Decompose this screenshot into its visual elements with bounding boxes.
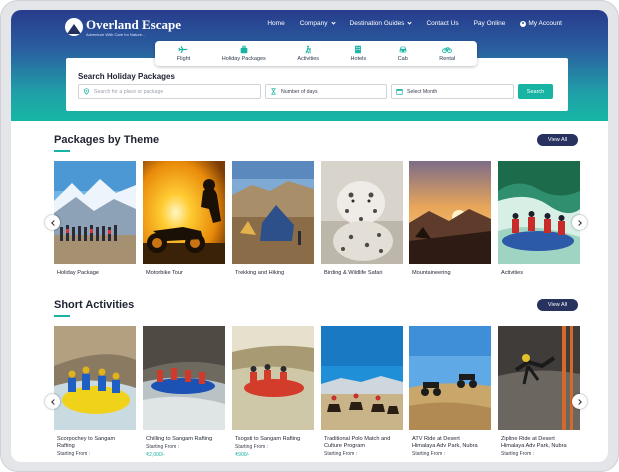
activity-card[interactable]: Scorpochey to Sangam Rafting Starting Fro…	[54, 326, 136, 457]
car-icon	[399, 46, 407, 53]
tab-flight[interactable]: Flight	[177, 45, 190, 62]
activity-image	[321, 326, 403, 430]
theme-label: Birding & Wildlife Safari	[324, 270, 383, 276]
hiker-icon	[305, 45, 311, 54]
nav-contact-us[interactable]: Contact Us	[426, 20, 458, 27]
activity-title: Zipline Ride at Desert Himalaya Adv Park,…	[501, 436, 567, 449]
activity-title: Tsogsti to Sangam Rafting	[235, 436, 301, 442]
theme-image	[409, 161, 491, 264]
mountain-logo-icon	[65, 18, 83, 36]
theme-card-motorbike-tour[interactable]: Motorbike Tour	[143, 161, 225, 277]
activity-title: ATV Ride at Desert Himalaya Adv Park, Nub…	[412, 436, 478, 449]
activity-image	[143, 326, 225, 430]
map-pin-icon	[83, 88, 90, 95]
theme-image	[143, 161, 225, 264]
section-underline	[54, 150, 70, 152]
view-all-activities-button[interactable]: View All	[537, 299, 578, 311]
hourglass-icon	[271, 88, 276, 95]
activities-prev-arrow[interactable]	[45, 394, 60, 409]
tab-activities[interactable]: Activities	[297, 45, 319, 62]
theme-label: Motorbike Tour	[146, 270, 183, 276]
activity-image	[54, 326, 136, 430]
chevron-right-icon	[575, 398, 582, 405]
theme-image	[54, 161, 136, 264]
activity-card[interactable]: Zipline Ride at Desert Himalaya Adv Park,…	[498, 326, 580, 457]
tab-hotels[interactable]: Hotels	[351, 45, 366, 62]
themes-next-arrow[interactable]	[572, 215, 587, 230]
place-search-input[interactable]: Search for a place or package	[78, 84, 261, 99]
theme-card-mountaineering[interactable]: Mountaineering	[409, 161, 491, 277]
theme-image	[498, 161, 580, 264]
activities-next-arrow[interactable]	[572, 394, 587, 409]
activity-card[interactable]: Traditional Polo Match and Culture Progra…	[321, 326, 403, 457]
plane-icon	[178, 45, 188, 54]
activity-starting-label: Starting From :	[412, 450, 446, 457]
theme-card-trekking-and-hiking[interactable]: Trekking and Hiking	[232, 161, 314, 277]
activity-image	[409, 326, 491, 430]
main-nav: Home Company Destination Guides Contact …	[267, 20, 562, 27]
search-title: Search Holiday Packages	[78, 72, 175, 81]
theme-label: Activities	[501, 270, 524, 276]
activity-card[interactable]: ATV Ride at Desert Himalaya Adv Park, Nub…	[409, 326, 491, 457]
tab-cab[interactable]: Cab	[398, 45, 408, 62]
activity-card[interactable]: Tsogsti to Sangam Rafting Starting From …	[232, 326, 314, 458]
theme-label: Mountaineering	[412, 270, 451, 276]
activity-card[interactable]: Chilling to Sangam Rafting Starting From…	[143, 326, 225, 458]
browser-viewport: Overland Escape Adventure With Care for …	[11, 10, 608, 462]
section-title-themes: Packages by Theme	[54, 134, 160, 146]
bicycle-icon	[442, 47, 453, 54]
activity-starting-label: Starting From :	[57, 450, 91, 457]
activity-starting-label: Starting From :	[324, 450, 358, 457]
chevron-down-icon	[330, 20, 336, 25]
tab-rental[interactable]: Rental	[439, 45, 455, 62]
theme-card-activities[interactable]: Activities	[498, 161, 580, 277]
tab-holiday-packages[interactable]: Holiday Packages	[222, 45, 266, 62]
hotel-icon	[355, 45, 362, 54]
chevron-left-icon	[50, 219, 57, 226]
activity-title: Scorpochey to Sangam Rafting	[57, 436, 116, 449]
chevron-right-icon	[575, 219, 582, 226]
activity-image	[232, 326, 314, 430]
activity-starting-label: Starting From :	[235, 443, 269, 450]
view-all-themes-button[interactable]: View All	[537, 134, 578, 146]
user-icon	[520, 20, 527, 27]
brand-tagline: Adventure With Care for Nature...	[86, 31, 146, 37]
nav-company[interactable]: Company	[300, 20, 336, 27]
theme-card-holiday-package[interactable]: Holiday Package	[54, 161, 136, 277]
calendar-icon	[396, 89, 403, 95]
section-underline	[54, 315, 70, 317]
activity-price: ₹2,000/-	[146, 451, 165, 458]
nav-destination-guides[interactable]: Destination Guides	[350, 20, 413, 27]
section-title-short-activities: Short Activities	[54, 299, 135, 311]
days-select[interactable]: Number of days	[265, 84, 387, 99]
theme-label: Holiday Package	[57, 270, 99, 276]
search-button[interactable]: Search	[518, 84, 553, 99]
chevron-down-icon	[407, 20, 413, 25]
nav-my-account[interactable]: My Account	[520, 20, 562, 27]
themes-prev-arrow[interactable]	[45, 215, 60, 230]
device-frame: Overland Escape Adventure With Care for …	[0, 0, 619, 472]
brand-name: Overland Escape	[86, 16, 181, 32]
activity-price: ₹900/-	[235, 451, 250, 458]
theme-card-birding-wildlife-safari[interactable]: Birding & Wildlife Safari	[321, 161, 403, 277]
activity-starting-label: Starting From :	[146, 443, 180, 450]
theme-image	[321, 161, 403, 264]
brand-logo[interactable]: Overland Escape Adventure With Care for …	[65, 15, 181, 39]
activity-image	[498, 326, 580, 430]
activity-starting-label: Starting From :	[501, 450, 535, 457]
theme-image	[232, 161, 314, 264]
nav-home[interactable]: Home	[267, 20, 284, 27]
month-select[interactable]: Select Month	[391, 84, 514, 99]
travel-mode-tabs: Flight Holiday Packages Activities Hotel…	[155, 41, 477, 66]
theme-label: Trekking and Hiking	[235, 270, 285, 276]
activity-title: Chilling to Sangam Rafting	[146, 436, 213, 442]
suitcase-icon	[240, 45, 248, 54]
activity-title: Traditional Polo Match and Culture Progra…	[324, 436, 391, 449]
nav-pay-online[interactable]: Pay Online	[474, 20, 506, 27]
chevron-left-icon	[50, 398, 57, 405]
